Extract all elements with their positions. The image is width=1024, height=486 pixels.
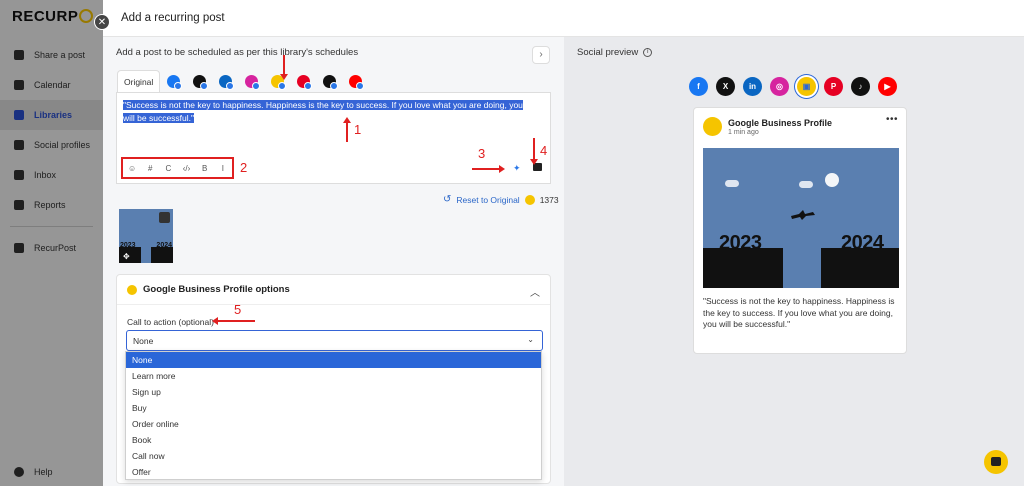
network-tabs: Original <box>117 70 368 92</box>
selected-post-text: "Success is not the key to happiness. Ha… <box>123 100 523 123</box>
annotation-number: 4 <box>540 143 548 158</box>
cta-label: Call to action (optional) <box>127 317 214 327</box>
canva-button[interactable]: C <box>161 164 175 173</box>
tab-tiktok[interactable] <box>316 70 342 92</box>
cloud-shape <box>799 181 813 188</box>
avatar <box>703 117 722 136</box>
info-icon[interactable]: i <box>643 48 653 57</box>
tiktok-icon <box>322 74 338 90</box>
image-year-left: 2023 <box>719 232 762 254</box>
post-preview-card: Google Business Profile 1 min ago ••• 20… <box>693 107 907 354</box>
instagram-icon <box>244 74 260 90</box>
gbp-options-title: Google Business Profile options <box>143 284 290 295</box>
formatting-toolbar: ☺ # C ‹/› B I <box>121 157 234 179</box>
ai-sparkle-icon[interactable]: ✦ <box>513 163 521 174</box>
modal-description: Add a post to be scheduled as per this l… <box>116 47 359 58</box>
preview-network-selector: f X in ◎ ▣ P ♪ ▶ <box>689 77 897 96</box>
cta-option[interactable]: Book <box>126 432 541 448</box>
sun-shape <box>825 173 839 187</box>
cta-option[interactable]: Order online <box>126 416 541 432</box>
modal-title: Add a recurring post <box>103 0 1024 37</box>
post-time: 1 min ago <box>728 129 759 136</box>
cloud-shape <box>725 180 739 187</box>
cta-option[interactable]: Sign up <box>126 384 541 400</box>
bold-button[interactable]: B <box>198 164 212 173</box>
cta-option[interactable]: Learn more <box>126 368 541 384</box>
reset-row: ↺ Reset to Original 1373 <box>443 194 559 205</box>
chevron-right-icon: › <box>539 49 543 60</box>
thumbnail-gap <box>141 247 151 263</box>
annotation-number: 3 <box>478 146 486 161</box>
facebook-icon <box>166 74 182 90</box>
google-business-icon <box>524 194 535 205</box>
annotation-arrow <box>472 165 505 173</box>
reset-to-original-link[interactable]: Reset to Original <box>456 195 519 205</box>
youtube-icon <box>348 74 364 90</box>
google-business-icon[interactable]: ▣ <box>797 77 816 96</box>
reset-icon: ↺ <box>443 194 452 205</box>
tiktok-icon[interactable]: ♪ <box>851 77 870 96</box>
preview-title-text: Social preview <box>577 47 639 58</box>
cta-selected-value: None <box>133 335 154 346</box>
x-icon[interactable]: X <box>716 77 735 96</box>
preview-post-text: "Success is not the key to happiness. Ha… <box>703 296 895 329</box>
tab-original[interactable]: Original <box>117 70 161 92</box>
drag-handle-icon[interactable]: ✥ <box>123 252 130 261</box>
cta-option[interactable]: Buy <box>126 400 541 416</box>
instagram-icon[interactable]: ◎ <box>770 77 789 96</box>
emoji-button[interactable]: ☺ <box>125 164 139 173</box>
social-preview-pane: Social preview i f X in ◎ ▣ P ♪ ▶ Google… <box>564 37 1024 486</box>
tab-youtube[interactable] <box>342 70 368 92</box>
annotation-arrow <box>212 317 255 325</box>
facebook-icon[interactable]: f <box>689 77 708 96</box>
chevron-up-icon[interactable]: ︿ <box>530 284 540 299</box>
profile-name: Google Business Profile <box>728 118 833 128</box>
tab-linkedin[interactable] <box>212 70 238 92</box>
cta-select[interactable]: None ⌄ <box>126 330 543 351</box>
tab-pinterest[interactable] <box>290 70 316 92</box>
modal-backdrop[interactable] <box>0 0 103 486</box>
collapse-panel-button[interactable]: › <box>532 46 550 64</box>
cta-dropdown-list: None Learn more Sign up Buy Order online… <box>125 351 542 480</box>
linkedin-icon <box>218 74 234 90</box>
annotation-number: 1 <box>354 122 362 137</box>
tab-facebook[interactable] <box>160 70 186 92</box>
close-modal-button[interactable]: ✕ <box>94 14 110 30</box>
more-options-icon[interactable]: ••• <box>886 114 898 125</box>
jumping-person-icon <box>791 210 815 220</box>
code-button[interactable]: ‹/› <box>180 164 194 173</box>
thumbnail-year-right: 2024 <box>156 242 172 249</box>
post-image: 2023 2024 <box>703 148 899 288</box>
chevron-down-icon: ⌄ <box>527 335 534 344</box>
youtube-icon[interactable]: ▶ <box>878 77 897 96</box>
character-count: 1373 <box>539 194 559 205</box>
cta-option[interactable]: Offer <box>126 464 541 480</box>
hashtag-button[interactable]: # <box>143 164 157 173</box>
chat-support-button[interactable] <box>984 450 1008 474</box>
tab-instagram[interactable] <box>238 70 264 92</box>
post-text-editor[interactable]: "Success is not the key to happiness. Ha… <box>116 92 551 184</box>
thumbnail-year-left: 2023 <box>120 242 136 249</box>
annotation-number: 5 <box>234 302 242 317</box>
image-year-right: 2024 <box>841 232 884 254</box>
close-icon: ✕ <box>97 17 107 28</box>
edit-media-icon[interactable] <box>159 212 170 223</box>
pinterest-icon[interactable]: P <box>824 77 843 96</box>
gbp-options-header[interactable]: Google Business Profile options <box>117 275 550 305</box>
cta-option[interactable]: None <box>126 352 541 368</box>
tab-x[interactable] <box>186 70 212 92</box>
pinterest-icon <box>296 74 312 90</box>
cta-option[interactable]: Call now <box>126 448 541 464</box>
post-text[interactable]: "Success is not the key to happiness. Ha… <box>123 99 533 125</box>
media-thumbnail[interactable]: 2023 2024 ✥ <box>119 209 173 263</box>
preview-title: Social preview i <box>577 47 653 58</box>
x-icon <box>192 74 208 90</box>
google-business-icon <box>127 284 137 295</box>
annotation-number: 2 <box>240 160 248 175</box>
annotation-arrow <box>530 138 538 165</box>
linkedin-icon[interactable]: in <box>743 77 762 96</box>
annotation-arrow <box>343 117 351 142</box>
italic-button[interactable]: I <box>216 164 230 173</box>
annotation-arrow <box>280 55 288 80</box>
